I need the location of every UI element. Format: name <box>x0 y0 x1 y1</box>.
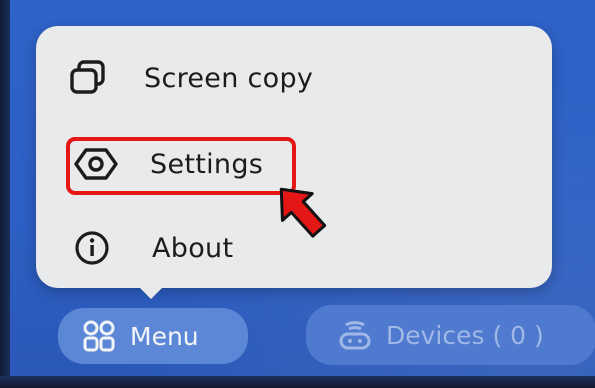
pointer-arrow-icon <box>279 187 327 238</box>
devices-icon <box>338 318 372 352</box>
devices-button[interactable]: Devices ( 0 ) <box>306 305 595 365</box>
grid-icon <box>82 319 116 353</box>
menu-item-about[interactable]: About <box>72 228 233 268</box>
menu-button-label: Menu <box>130 321 199 351</box>
settings-highlight-box <box>66 137 296 195</box>
popup-menu-tail <box>135 283 167 299</box>
menu-item-screen-copy[interactable]: Screen copy <box>66 58 313 98</box>
screen-bezel-bottom <box>0 376 595 388</box>
info-icon <box>72 228 116 268</box>
screen-bezel-left <box>0 0 10 388</box>
devices-button-label: Devices ( 0 ) <box>386 320 544 350</box>
screen-copy-icon <box>66 58 110 98</box>
menu-item-label: Screen copy <box>144 62 314 94</box>
tv-screen: Screen copy Settings About Menu Devices … <box>0 0 595 388</box>
menu-button[interactable]: Menu <box>58 308 248 364</box>
menu-item-label: About <box>152 232 234 264</box>
